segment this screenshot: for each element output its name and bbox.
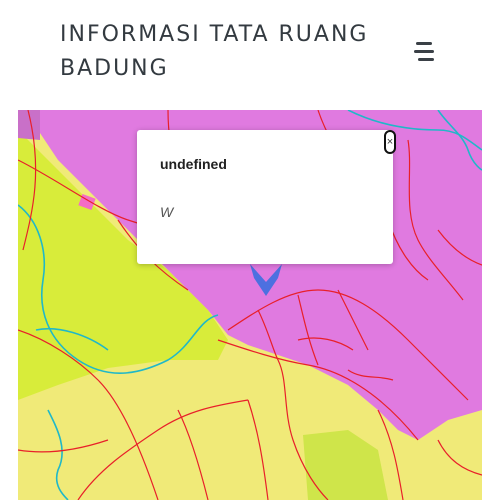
- menu-bar-bottom: [418, 58, 434, 61]
- app-header: INFORMASI TATA RUANG BADUNG: [0, 0, 500, 110]
- map-pin-icon[interactable]: [248, 262, 284, 302]
- menu-bar-top: [416, 42, 432, 45]
- map-popup: undefined W ×: [137, 130, 396, 264]
- menu-bar-middle: [414, 50, 434, 53]
- page-title: INFORMASI TATA RUANG BADUNG: [60, 22, 369, 81]
- hamburger-menu-button[interactable]: [408, 38, 442, 68]
- popup-body: W: [160, 204, 174, 220]
- popup-title: undefined: [160, 156, 227, 172]
- close-icon[interactable]: ×: [384, 130, 396, 154]
